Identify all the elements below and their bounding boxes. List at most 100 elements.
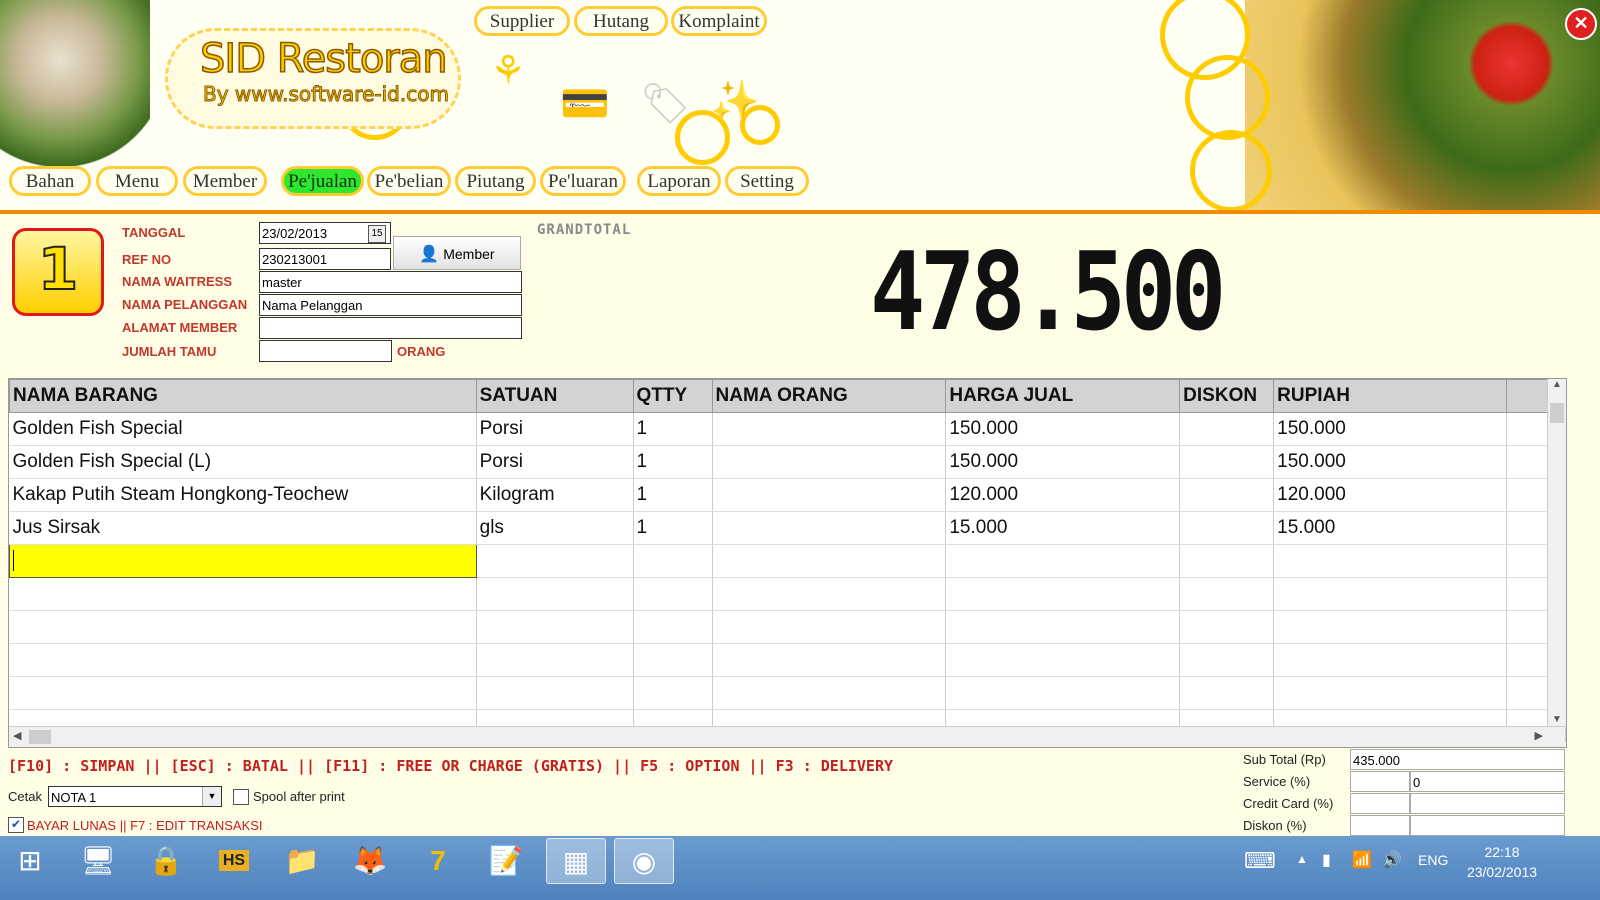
cell[interactable] [1179,544,1275,578]
cell[interactable]: 15.000 [1273,511,1507,545]
cell[interactable]: Jus Sirsak [9,511,477,545]
calendar-icon[interactable]: 15 [368,225,386,243]
refno-field[interactable]: 230213001 [259,248,391,270]
cell[interactable]: 1 [633,478,713,512]
cell[interactable]: 15.000 [945,511,1181,545]
col-nama-barang[interactable]: NAMA BARANG [9,379,477,413]
cell[interactable] [1179,511,1275,545]
nav-laporan[interactable]: Laporan [637,166,721,196]
cell[interactable]: 150.000 [1273,445,1507,479]
col-nama-orang[interactable]: NAMA ORANG [711,379,947,413]
col-satuan[interactable]: SATUAN [475,379,634,413]
cell[interactable]: 120.000 [945,478,1181,512]
col-qtty[interactable]: QTTY [632,379,713,413]
member-button[interactable]: 👤 Member [393,236,521,270]
scroll-down-icon[interactable]: ▼ [1548,714,1566,725]
cell[interactable] [712,478,947,512]
bayar-checkbox[interactable]: ✔ [8,817,24,833]
signal-icon[interactable]: 📶 [1352,850,1372,870]
cell[interactable]: Porsi [476,445,634,479]
nav-pembelian[interactable]: Pe'belian [367,166,451,196]
credit-card-icon[interactable]: 💳 [560,80,610,127]
cell[interactable]: 1 [633,412,713,446]
tamu-field[interactable] [259,340,392,362]
cell[interactable]: Golden Fish Special (L) [9,445,477,479]
cell[interactable]: Porsi [476,412,634,446]
nav-menu[interactable]: Menu [96,166,178,196]
nav-komplaint[interactable]: Komplaint [671,6,767,36]
horizontal-scrollbar[interactable]: ◀ ▶ [9,726,1565,747]
seven-icon[interactable]: 7 [408,838,468,884]
chevron-down-icon[interactable]: ▼ [202,787,221,806]
magic-wand-icon[interactable]: ✨ [710,78,760,125]
lock-icon[interactable]: 🔒 [136,838,196,884]
keyboard-icon[interactable]: ⌨ [1244,848,1276,874]
cell[interactable]: Kakap Putih Steam Hongkong-Teochew [9,478,477,512]
table-row[interactable]: Golden Fish Special Porsi 1 150.000 150.… [9,412,1566,446]
table-row-edit[interactable] [9,544,1566,578]
clock[interactable]: 22:18 23/02/2013 [1452,842,1552,882]
language-indicator[interactable]: ENG [1418,852,1448,868]
pos-icon[interactable]: ▦ [546,838,606,884]
cell[interactable] [712,412,947,446]
col-rupiah[interactable]: RUPIAH [1273,379,1507,413]
cell[interactable] [712,511,947,545]
nav-member[interactable]: Member [183,166,267,196]
start-icon[interactable]: ⊞ [0,838,60,884]
waitress-field[interactable]: master [259,271,522,293]
diskon-field[interactable] [1350,815,1410,836]
cell[interactable]: 1 [633,445,713,479]
cell[interactable] [476,544,634,578]
service-field[interactable] [1350,771,1410,792]
col-diskon[interactable]: DISKON [1179,379,1275,413]
cell[interactable] [712,445,947,479]
scroll-left-icon[interactable]: ◀ [13,729,21,742]
cell[interactable] [1179,478,1275,512]
cell[interactable] [1273,544,1507,578]
battery-icon[interactable]: ▮ [1322,850,1331,870]
nav-setting[interactable]: Setting [725,166,809,196]
col-harga-jual[interactable]: HARGA JUAL [945,379,1181,413]
table-row[interactable] [9,676,1566,710]
price-tag-icon[interactable]: 🏷 [640,80,691,127]
cell[interactable]: 1 [633,511,713,545]
computer-icon[interactable]: 🖥 [68,838,128,884]
vertical-scroll-thumb[interactable] [1550,403,1564,423]
tanggal-field[interactable]: 23/02/2013 15 [259,222,391,244]
nav-bahan[interactable]: Bahan [9,166,91,196]
folder-icon[interactable]: 📁 [272,838,332,884]
cell[interactable] [1179,412,1275,446]
table-row[interactable]: Jus Sirsak gls 1 15.000 15.000 [9,511,1566,545]
close-icon[interactable]: ✕ [1565,8,1597,40]
cell[interactable] [945,544,1181,578]
order-grid[interactable]: NAMA BARANG SATUAN QTTY NAMA ORANG HARGA… [8,378,1567,748]
firefox-icon[interactable]: 🦊 [340,838,400,884]
cetak-select[interactable]: NOTA 1 ▼ [48,786,222,807]
cell[interactable]: 150.000 [1273,412,1507,446]
notepad-icon[interactable]: 📝 [476,838,536,884]
cell[interactable] [712,544,947,578]
table-number-badge[interactable]: 1 [12,228,104,316]
nav-hutang[interactable]: Hutang [574,6,668,36]
table-row[interactable]: Kakap Putih Steam Hongkong-Teochew Kilog… [9,478,1566,512]
table-row[interactable] [9,610,1566,644]
pelanggan-field[interactable]: Nama Pelanggan [259,294,522,316]
new-item-input[interactable] [9,544,477,578]
table-row[interactable] [9,643,1566,677]
media-icon[interactable]: ◉ [614,838,674,884]
horizontal-scroll-thumb[interactable] [29,730,51,744]
nav-piutang[interactable]: Piutang [455,166,536,196]
cell[interactable]: 150.000 [945,412,1181,446]
cell[interactable]: 150.000 [945,445,1181,479]
spool-checkbox[interactable] [233,789,249,805]
vertical-scrollbar[interactable]: ▲ ▼ [1547,379,1566,727]
cell[interactable]: 120.000 [1273,478,1507,512]
nav-supplier[interactable]: Supplier [474,6,570,36]
alamat-field[interactable] [259,317,522,339]
cell[interactable] [633,544,713,578]
table-row[interactable] [9,577,1566,611]
table-row[interactable]: Golden Fish Special (L) Porsi 1 150.000 … [9,445,1566,479]
volume-icon[interactable]: 🔊 [1382,850,1402,870]
creditcard-field[interactable] [1350,793,1410,814]
cell[interactable]: gls [476,511,634,545]
